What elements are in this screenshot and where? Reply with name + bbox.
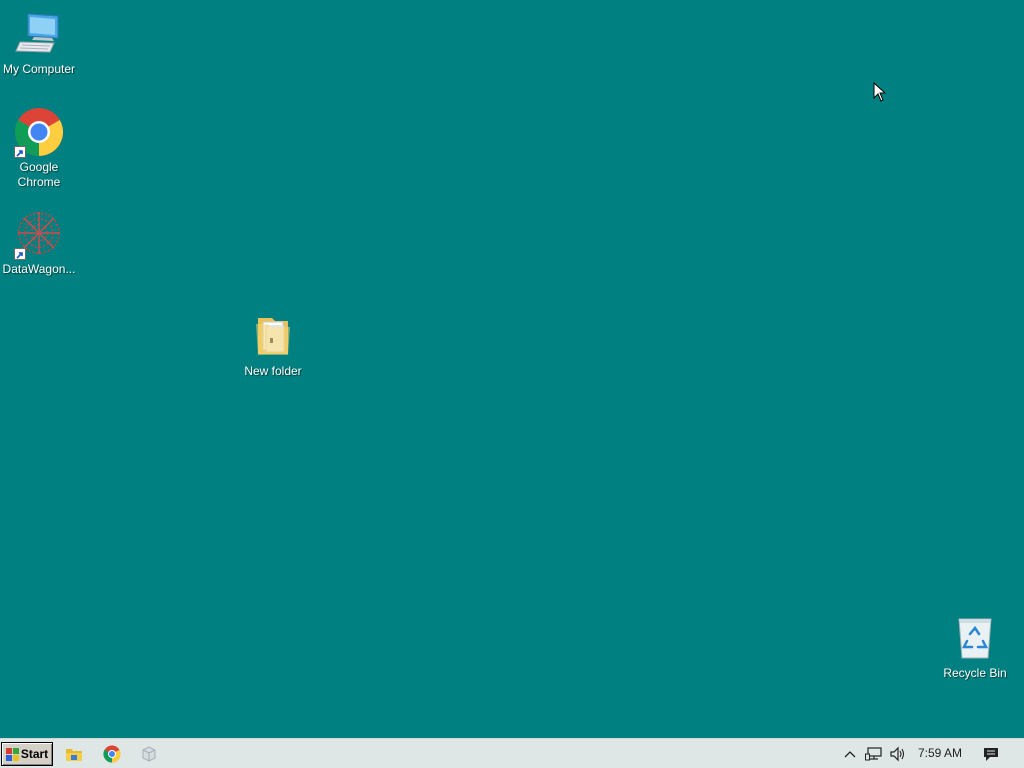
desktop: My Computer Google Chrome DataWagon... N… [0, 0, 1024, 738]
start-label: Start [20, 747, 49, 761]
shortcut-arrow-icon [14, 248, 26, 260]
desktop-icon-new-folder[interactable]: New folder [235, 312, 311, 379]
datawagon-icon [14, 210, 64, 260]
desktop-icon-label: New folder [244, 364, 302, 378]
desktop-icon-google-chrome[interactable]: Google Chrome [1, 108, 77, 190]
taskbar: Start 7:59 AM [0, 738, 1024, 768]
file-explorer-icon [66, 749, 82, 761]
chevron-up-icon [844, 751, 856, 758]
network-icon [865, 747, 882, 761]
desktop-icon-datawagon[interactable]: DataWagon... [1, 210, 77, 277]
chrome-icon [103, 745, 121, 763]
chrome-icon [14, 108, 64, 158]
desktop-icon-my-computer[interactable]: My Computer [1, 10, 77, 77]
computer-icon [14, 10, 64, 60]
taskbar-clock[interactable]: 7:59 AM [912, 746, 968, 760]
desktop-icon-label: Recycle Bin [943, 666, 1007, 680]
tray-action-center-button[interactable] [980, 744, 1002, 764]
tray-show-hidden-button[interactable] [842, 744, 858, 764]
mouse-cursor-icon [873, 82, 887, 102]
taskbar-app-chrome[interactable] [102, 744, 122, 764]
desktop-icon-label: My Computer [2, 62, 76, 76]
folder-icon [248, 312, 298, 362]
volume-icon [890, 746, 905, 762]
start-button[interactable]: Start [1, 742, 53, 766]
notification-icon [984, 747, 998, 761]
taskbar-app-file-explorer[interactable] [64, 744, 84, 764]
desktop-icon-label: DataWagon... [2, 262, 76, 276]
shortcut-arrow-icon [14, 146, 26, 158]
tray-volume-button[interactable] [888, 744, 908, 764]
desktop-icon-recycle-bin[interactable]: Recycle Bin [937, 614, 1013, 681]
app-icon [142, 746, 156, 762]
recycle-bin-icon [950, 614, 1000, 664]
start-logo-icon [5, 747, 19, 761]
desktop-icon-label: Google Chrome [17, 160, 61, 189]
tray-network-button[interactable] [864, 744, 884, 764]
taskbar-app-generic[interactable] [139, 744, 159, 764]
